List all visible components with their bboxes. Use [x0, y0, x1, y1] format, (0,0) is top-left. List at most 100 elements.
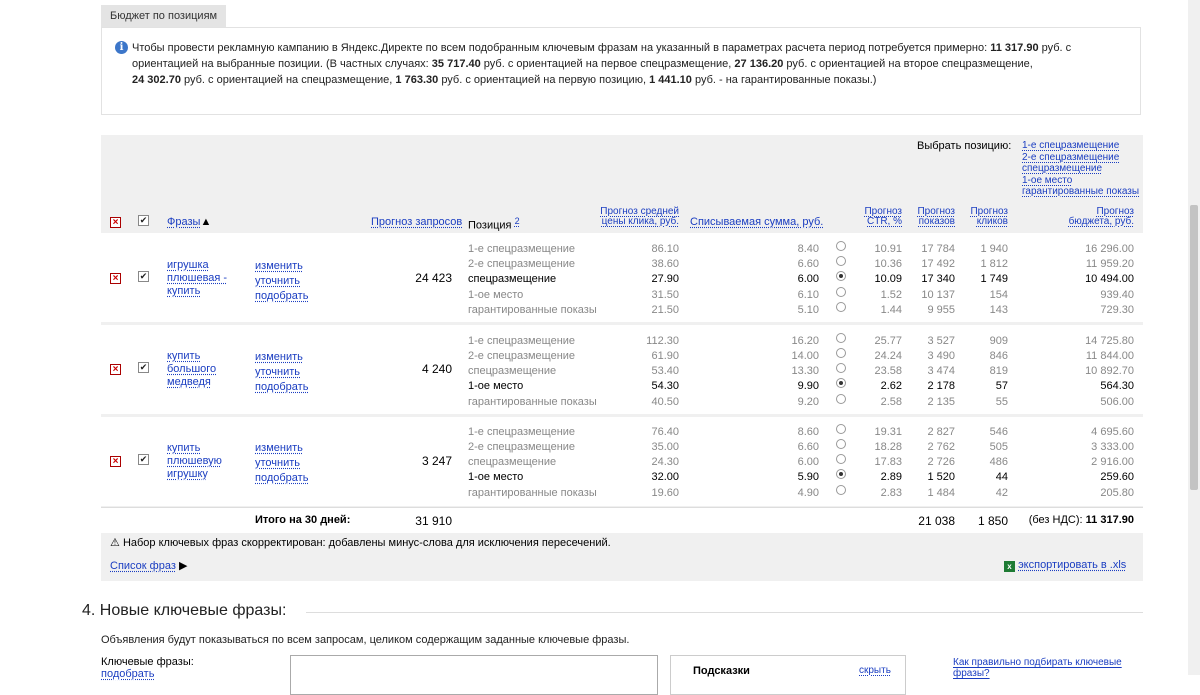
position-radio[interactable] — [836, 485, 846, 495]
warning-icon: ⚠ — [110, 537, 120, 549]
help-link[interactable]: Как правильно подбирать ключевые фразы? — [953, 657, 1122, 679]
change-link[interactable]: изменить — [255, 441, 308, 456]
budget-value: 729.30 — [1100, 304, 1134, 316]
charged-value: 14.00 — [791, 350, 819, 362]
export-xls[interactable]: x экспортировать в .xls — [1004, 559, 1126, 572]
pick-link[interactable]: подобрать — [255, 289, 308, 304]
section-description: Объявления будут показываться по всем за… — [101, 634, 630, 646]
shows-value: 10 137 — [921, 289, 955, 301]
phrase-list-link[interactable]: Список фраз — [110, 560, 176, 572]
clicks-value: 486 — [989, 456, 1008, 468]
charged-value: 6.00 — [797, 456, 819, 468]
delete-phrase-icon[interactable]: × — [110, 273, 121, 284]
hints-panel: Подсказки скрыть — [670, 655, 906, 695]
phrase-link[interactable]: игрушка плюшевая - купить — [167, 259, 227, 298]
pick-link[interactable]: подобрать — [255, 471, 308, 486]
sort-asc-icon: ▲ — [200, 216, 212, 228]
hints-hide-link[interactable]: скрыть — [859, 665, 891, 676]
position-radio[interactable] — [836, 424, 846, 434]
position-radio-selected[interactable] — [836, 378, 846, 388]
ctr-value: 2.58 — [880, 396, 902, 408]
clicks-value: 1 749 — [980, 273, 1008, 285]
excel-icon: x — [1004, 561, 1015, 572]
select-all-checkbox[interactable]: ✔ — [138, 215, 149, 226]
change-link[interactable]: изменить — [255, 259, 308, 274]
select-position-option[interactable]: гарантированные показы — [1022, 186, 1139, 197]
refine-link[interactable]: уточнить — [255, 365, 308, 380]
position-radio[interactable] — [836, 363, 846, 373]
select-position-option[interactable]: 1-е спецразмещение — [1022, 140, 1119, 151]
requests-value: 3 247 — [421, 454, 452, 468]
shows-value: 17 492 — [921, 258, 955, 270]
position-footnote-link[interactable]: 2 — [515, 216, 520, 226]
clicks-value: 57 — [995, 380, 1008, 392]
phrase-checkbox[interactable]: ✔ — [138, 362, 149, 373]
position-radio[interactable] — [836, 348, 846, 358]
position-radio-selected[interactable] — [836, 271, 846, 281]
price-value: 32.00 — [651, 471, 679, 483]
phrase-link[interactable]: купить большого медведя — [167, 350, 216, 389]
charged-value: 6.10 — [797, 289, 819, 301]
ctr-value: 10.09 — [874, 273, 902, 285]
keywords-pick-link[interactable]: подобрать — [101, 668, 194, 680]
budget-value: 14 725.80 — [1085, 335, 1134, 347]
header-clicks[interactable]: Прогноз кликов — [958, 207, 1008, 227]
position-radio[interactable] — [836, 439, 846, 449]
keywords-textarea[interactable] — [290, 655, 658, 695]
position-radio[interactable] — [836, 241, 846, 251]
budget-tab[interactable]: Бюджет по позициям — [101, 5, 227, 27]
clicks-value: 546 — [989, 426, 1008, 438]
charged-value: 6.00 — [797, 273, 819, 285]
budget-value: 506.00 — [1100, 396, 1134, 408]
clicks-value: 846 — [989, 350, 1008, 362]
change-link[interactable]: изменить — [255, 350, 308, 365]
shows-value: 1 484 — [927, 487, 955, 499]
select-position-option[interactable]: 2-е спецразмещение — [1022, 152, 1119, 163]
totals-shows: 21 038 — [918, 514, 955, 528]
shows-value: 3 474 — [927, 365, 955, 377]
budget-value: 3 333.00 — [1091, 441, 1134, 453]
charged-value: 9.20 — [797, 396, 819, 408]
hints-title: Подсказки — [693, 665, 750, 677]
position-radio[interactable] — [836, 454, 846, 464]
ctr-value: 25.77 — [874, 335, 902, 347]
position-radio[interactable] — [836, 302, 846, 312]
position-radio[interactable] — [836, 333, 846, 343]
phrase-checkbox[interactable]: ✔ — [138, 454, 149, 465]
shows-value: 9 955 — [927, 304, 955, 316]
refine-link[interactable]: уточнить — [255, 274, 308, 289]
pos-name: 2-е спецразмещение — [468, 258, 576, 270]
header-phrases[interactable]: Фразы▲ — [167, 216, 211, 228]
price-value: 38.60 — [651, 258, 679, 270]
shows-value: 2 726 — [927, 456, 955, 468]
select-position-option[interactable]: 1-ое место — [1022, 175, 1072, 186]
phrase-link[interactable]: купить плюшевую игрушку — [167, 442, 222, 481]
delete-phrase-icon[interactable]: × — [110, 456, 121, 467]
header-ctr[interactable]: Прогноз CTR, % — [852, 207, 902, 227]
position-radio[interactable] — [836, 287, 846, 297]
position-radio-selected[interactable] — [836, 469, 846, 479]
position-radio[interactable] — [836, 256, 846, 266]
delete-all-icon[interactable]: × — [110, 217, 121, 228]
delete-phrase-icon[interactable]: × — [110, 364, 121, 375]
select-position-option[interactable]: спецразмещение — [1022, 163, 1102, 174]
pick-link[interactable]: подобрать — [255, 380, 308, 395]
info-icon: i — [115, 41, 128, 54]
position-radio[interactable] — [836, 394, 846, 404]
budget-value: 939.40 — [1100, 289, 1134, 301]
clicks-value: 909 — [989, 335, 1008, 347]
header-shows[interactable]: Прогноз показов — [905, 207, 955, 227]
pos-name: гарантированные показы — [468, 487, 597, 499]
refine-link[interactable]: уточнить — [255, 456, 308, 471]
header-budget[interactable]: Прогноз бюджета, руб. — [1034, 207, 1134, 227]
header-charged[interactable]: Списываемая сумма, руб. — [690, 216, 823, 228]
requests-value: 24 423 — [415, 271, 452, 285]
ctr-value: 1.44 — [880, 304, 902, 316]
charged-value: 4.90 — [797, 487, 819, 499]
scrollbar-thumb[interactable] — [1190, 205, 1198, 490]
header-avg-price[interactable]: Прогноз средней цены клика, руб. — [580, 207, 679, 227]
pos-name: 1-е спецразмещение — [468, 426, 576, 438]
phrase-checkbox[interactable]: ✔ — [138, 271, 149, 282]
totals-clicks: 1 850 — [977, 514, 1008, 528]
header-requests[interactable]: Прогноз запросов — [371, 216, 462, 228]
